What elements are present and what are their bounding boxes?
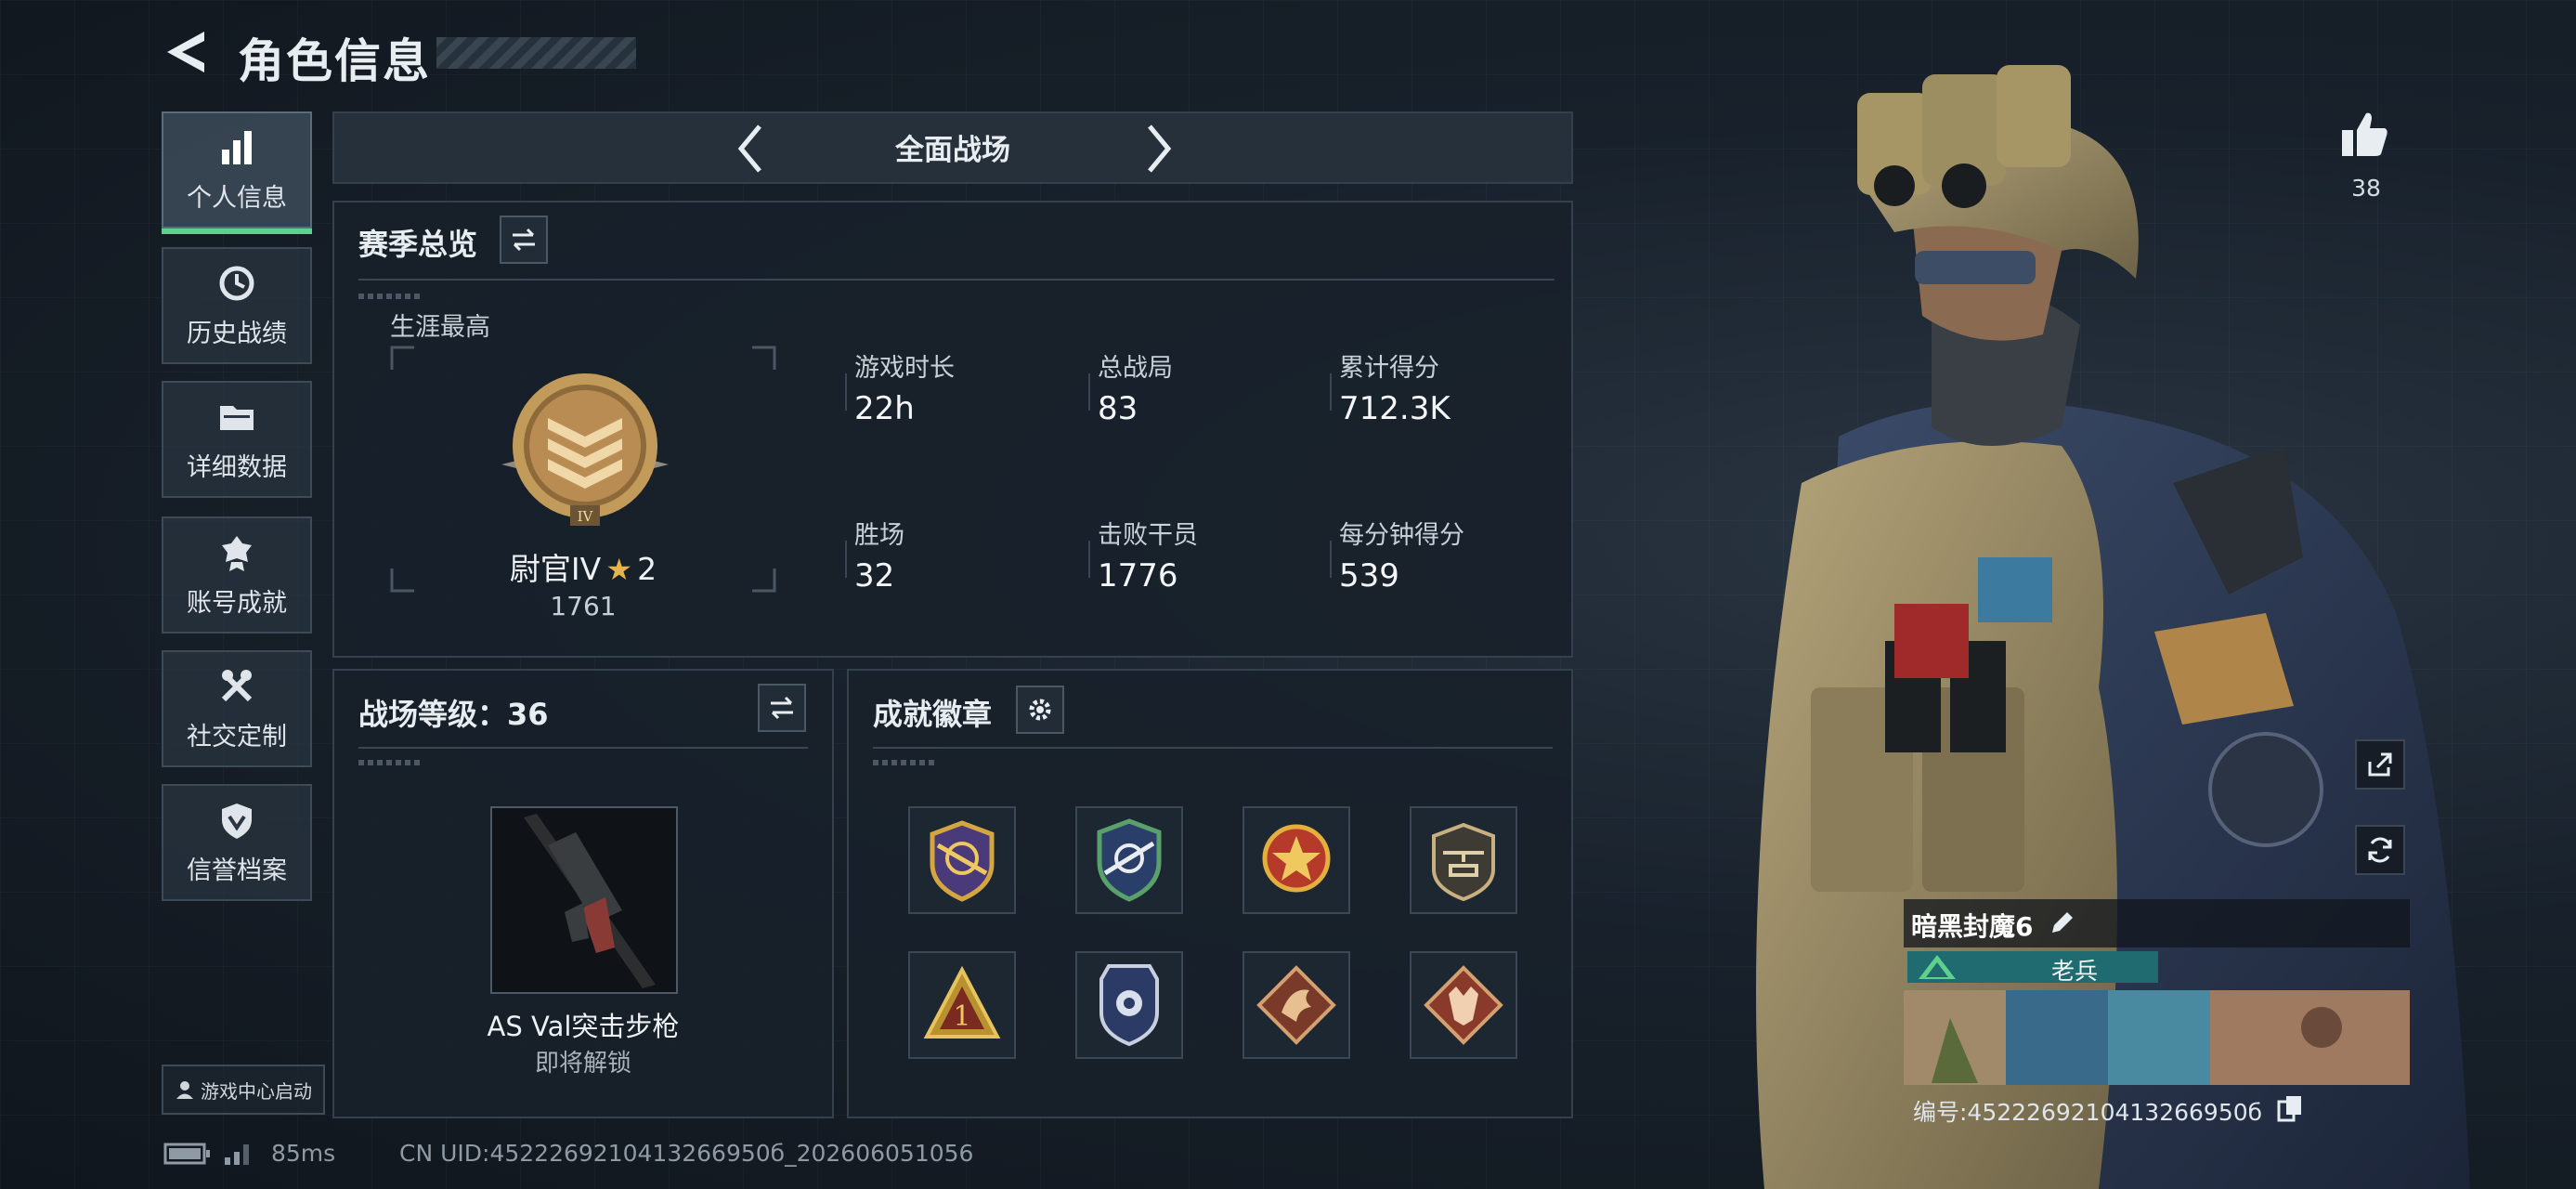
thumbs-up-icon[interactable] [2338,108,2390,160]
dash-decoration [358,760,423,765]
achievement-divider [873,747,1553,749]
career-best-label: 生涯最高 [390,313,490,342]
stat-label: 胜场 [854,521,904,550]
achievement-settings-button[interactable] [1016,686,1064,734]
bar-chart-icon [222,130,252,164]
badge-compass-icon[interactable] [908,806,1016,914]
page-title: 角色信息 [238,34,431,88]
rank-stars: 2 [637,551,657,587]
medal-icon [222,535,252,571]
history-icon [219,266,254,300]
tier-label: 老兵 [2050,958,2098,985]
rank-insignia-icon: IV [501,373,669,526]
battlefield-level-label: 战场等级：36 [358,697,549,732]
dash-decoration [873,760,938,765]
tools-icon [221,669,253,701]
sidebar-item-achievements[interactable]: 账号成就 [162,516,312,634]
sidebar-item-history[interactable]: 历史战绩 [162,247,312,364]
share-icon [2368,752,2392,777]
stat-label: 累计得分 [1339,354,1439,383]
rank-name-row: 尉官IV ★ 2 [390,544,776,589]
battery-icon [163,1143,210,1165]
battlefield-divider [358,747,808,749]
stat-label: 每分钟得分 [1339,521,1464,550]
swap-icon [513,228,535,252]
stat-value: 1776 [1098,557,1178,594]
sidebar-item-social[interactable]: 社交定制 [162,650,312,767]
launch-label: 游戏中心启动 [201,1079,312,1103]
back-arrow-icon[interactable] [160,26,208,78]
signal-icon [225,1144,249,1165]
player-name: 暗黑封魔6 [1911,911,2034,942]
refresh-button[interactable] [2355,825,2405,875]
stat-divider [1330,541,1332,578]
season-overview-title: 赛季总览 [358,227,478,262]
player-id-number: 编号:4522269210413266950б [1913,1099,2263,1126]
game-center-launch-button[interactable]: 游戏中心启动 [162,1065,325,1115]
gear-icon [1029,699,1051,721]
weapon-reward-card[interactable] [490,806,678,994]
badge-dragon-icon[interactable] [1242,951,1350,1059]
rank-score: 1761 [550,591,617,621]
badge-wolf-icon[interactable] [1410,951,1517,1059]
chevron-right-icon[interactable] [1140,121,1177,176]
badge-helicopter-icon[interactable] [1410,806,1517,914]
stat-label: 游戏时长 [854,354,955,383]
svg-text:1: 1 [953,1000,970,1033]
stat-value: 22h [854,390,915,427]
stat-divider [1088,541,1090,578]
mode-title: 全面战场 [895,134,1010,167]
stat-label: 总战局 [1098,354,1173,383]
sidebar-item-label: 信誉档案 [187,856,287,885]
user-icon [176,1081,193,1099]
stat-value: 83 [1098,390,1138,427]
badge-police-icon[interactable] [1075,951,1183,1059]
status-uid: CN UID:4522269210413266950б_202606051056 [399,1140,974,1167]
refresh-icon [2368,837,2392,863]
folder-icon [220,405,254,430]
sidebar-item-details[interactable]: 详细数据 [162,381,312,498]
stat-divider [1330,373,1332,411]
weapon-unlock-status: 即将解锁 [534,1050,631,1078]
badge-rifle-shield-icon[interactable] [1075,806,1183,914]
star-icon: ★ [605,552,632,587]
sidebar-item-credit[interactable]: 信誉档案 [162,784,312,901]
swap-icon [771,696,793,720]
season-swap-button[interactable] [500,216,548,264]
dash-decoration [358,294,423,299]
profile-banner-image [1904,990,2410,1085]
sidebar-item-label: 社交定制 [187,722,287,751]
badge-rank-one-icon[interactable]: 1 [908,951,1016,1059]
chevron-left-icon[interactable] [732,121,769,176]
title-stripe [436,37,636,69]
stat-divider [1088,373,1090,411]
sidebar-item-label: 详细数据 [187,452,287,482]
stat-value: 539 [1339,557,1399,594]
weapon-name: AS Val突击步枪 [487,1011,680,1042]
stat-value: 712.3K [1339,390,1451,427]
svg-text:IV: IV [578,508,594,525]
sidebar-item-label: 个人信息 [187,183,287,213]
latency-readout: 85ms [271,1140,336,1167]
share-button[interactable] [2355,739,2405,790]
rank-name: 尉官IV [509,551,602,587]
battlefield-swap-button[interactable] [758,684,806,732]
edit-pencil-icon[interactable] [2047,908,2076,938]
stat-divider [845,541,847,578]
achievement-title: 成就徽章 [873,697,993,732]
stat-value: 32 [854,557,895,594]
badge-star-icon[interactable] [1242,806,1350,914]
sidebar-item-label: 账号成就 [187,588,287,618]
season-divider [358,279,1555,281]
rifle-icon [524,814,656,988]
sidebar-item-profile[interactable]: 个人信息 [162,111,312,234]
sidebar-item-label: 历史战绩 [187,319,287,348]
like-count: 38 [2351,175,2381,202]
stat-divider [845,373,847,411]
copy-icon[interactable] [2277,1094,2303,1122]
stat-label: 击败干员 [1098,521,1198,550]
shield-icon [222,803,252,839]
